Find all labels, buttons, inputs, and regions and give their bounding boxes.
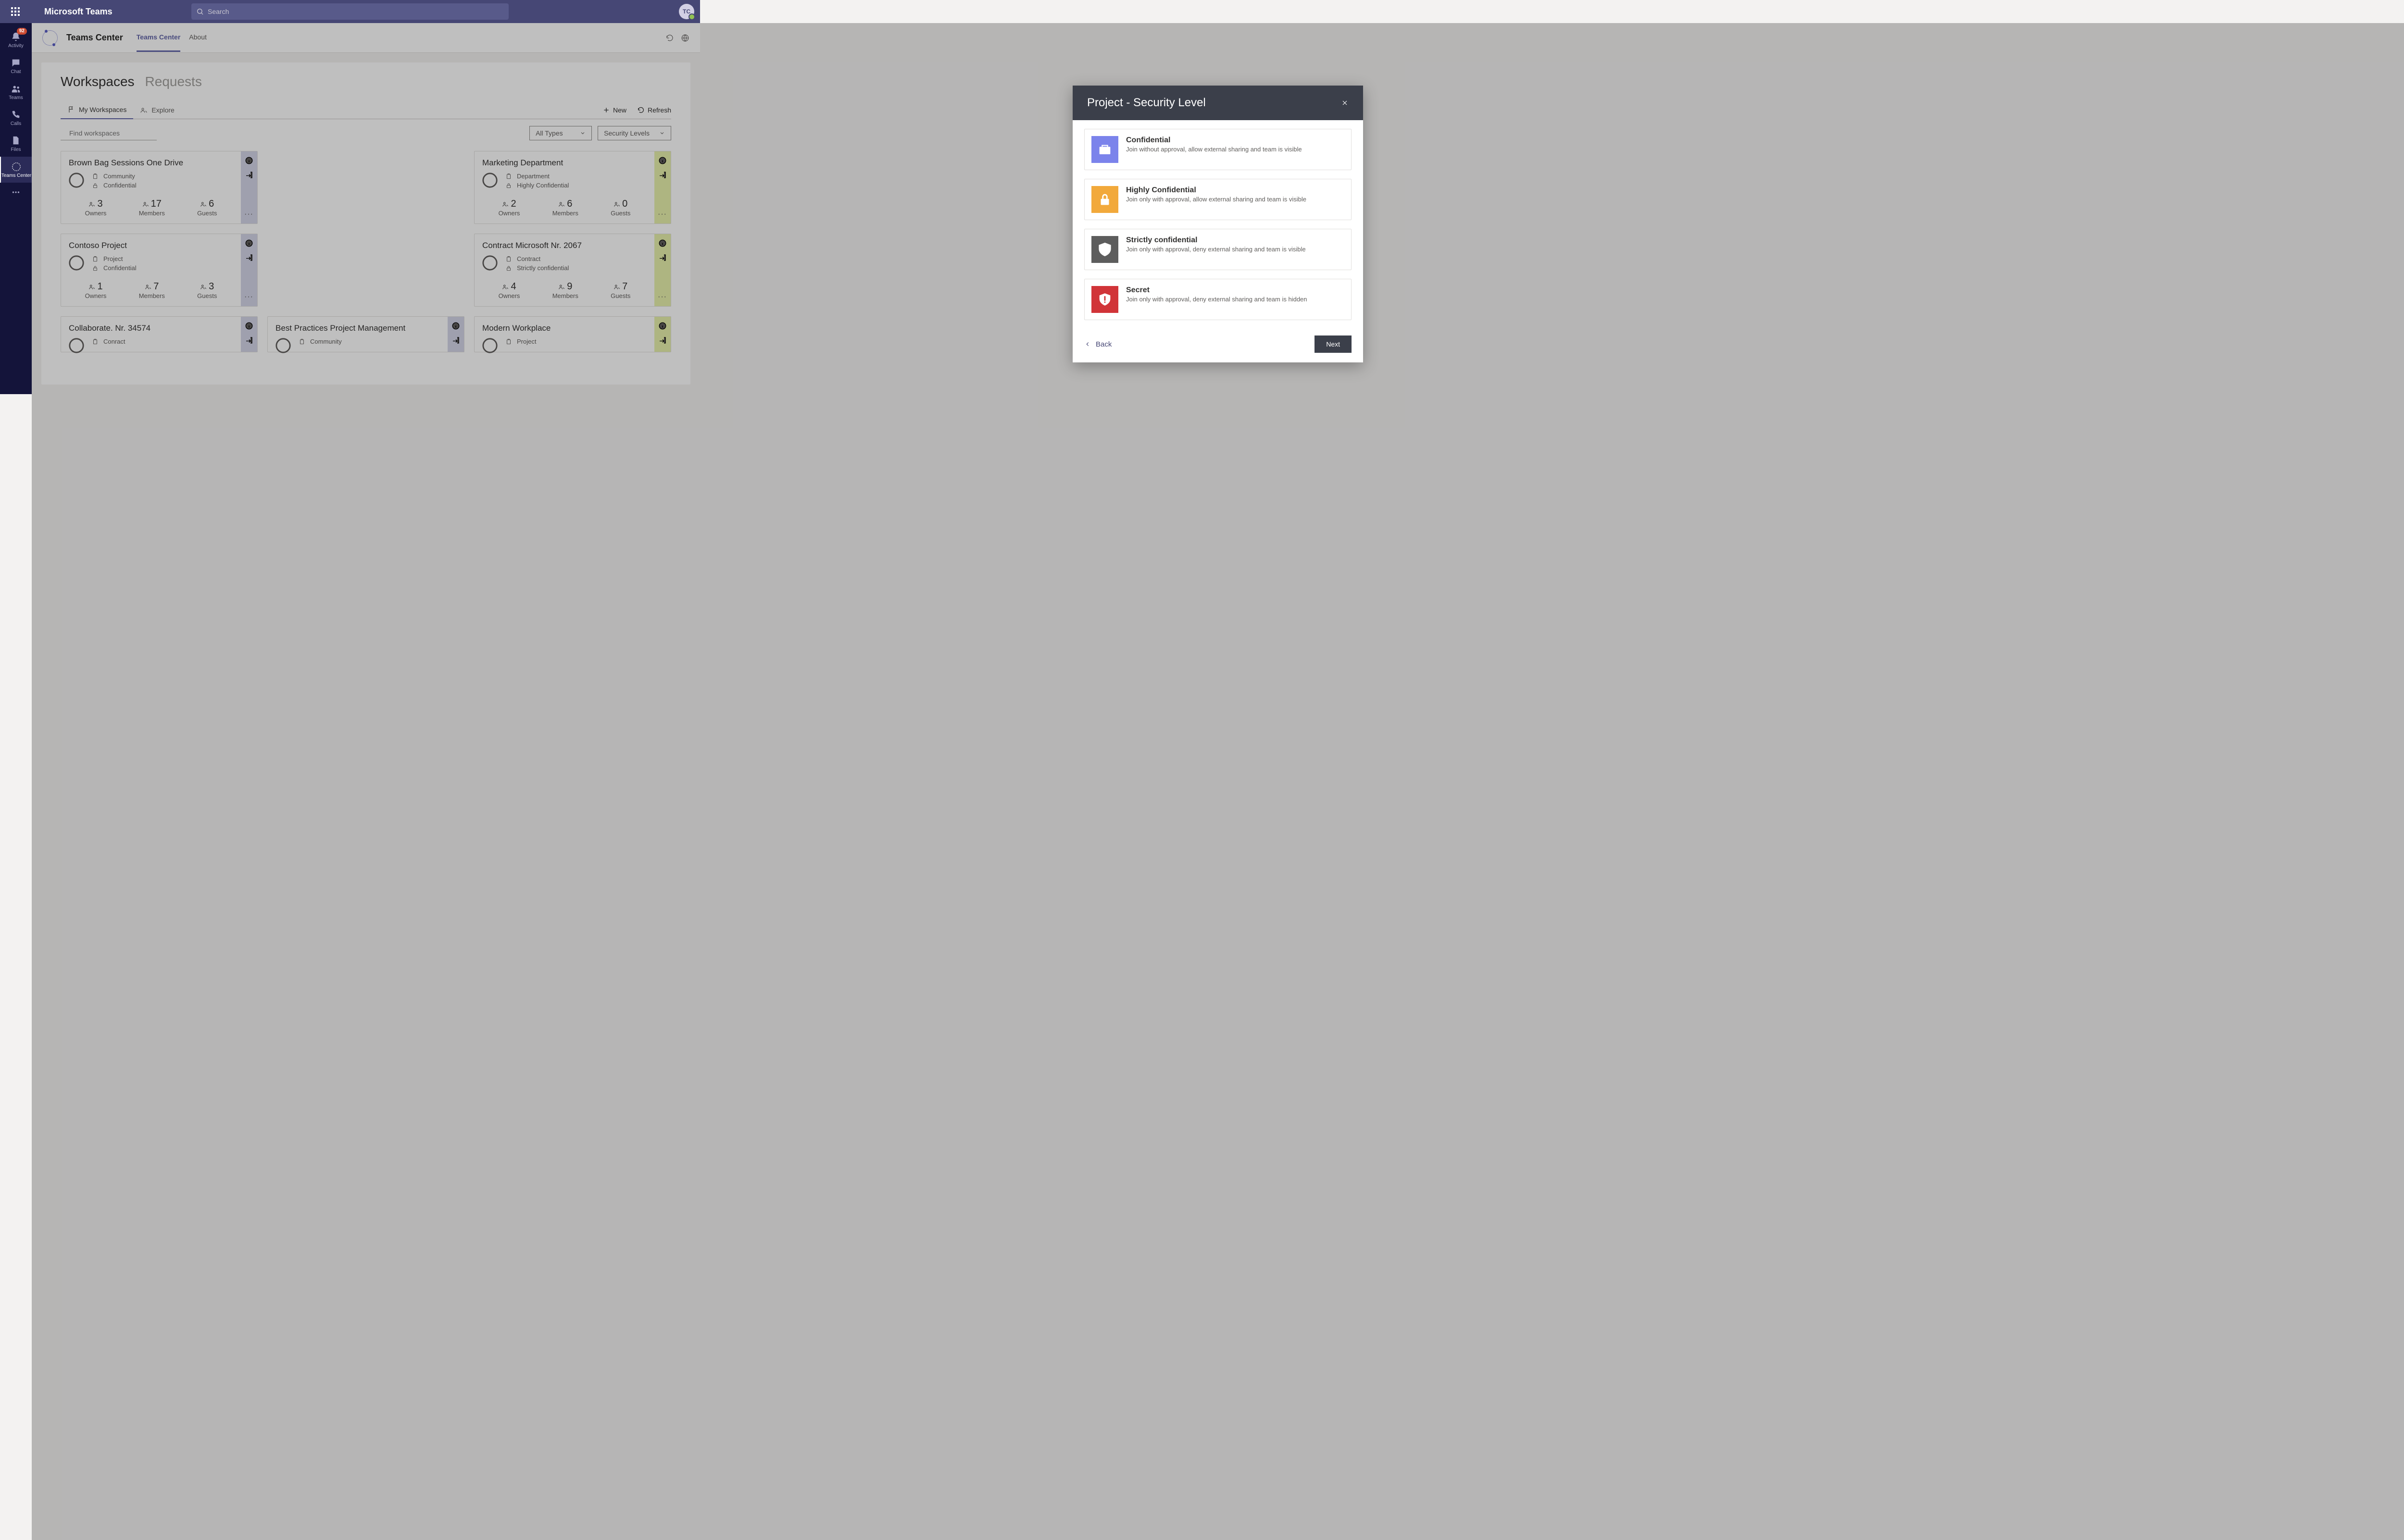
security-level-icon (1091, 186, 1118, 213)
global-search[interactable] (191, 3, 509, 20)
nav-activity[interactable]: 92 Activity (0, 27, 32, 53)
security-option[interactable]: Strictly confidential Join only with app… (1084, 229, 1352, 270)
nav-more[interactable] (0, 183, 32, 202)
security-option[interactable]: Confidential Join without approval, allo… (1084, 129, 1352, 170)
waffle-icon[interactable] (6, 7, 25, 16)
search-input[interactable] (208, 8, 504, 15)
security-level-modal: Project - Security Level Confidential Jo… (1073, 86, 1363, 362)
security-level-icon (1091, 136, 1118, 163)
option-name: Strictly confidential (1126, 236, 1197, 244)
nav-files[interactable]: Files (0, 131, 32, 157)
option-desc: Join without approval, allow external sh… (1126, 146, 1302, 153)
left-nav: 92 Activity Chat Teams Calls Files Teams… (0, 23, 32, 394)
option-desc: Join only with approval, deny external s… (1126, 296, 1307, 303)
option-name: Confidential (1126, 136, 1170, 144)
activity-badge: 92 (17, 28, 27, 35)
phone-icon (11, 110, 21, 120)
chat-icon (11, 58, 21, 68)
option-desc: Join only with approval, deny external s… (1126, 246, 1306, 253)
file-icon (11, 136, 21, 146)
modal-overlay: Project - Security Level Confidential Jo… (32, 23, 2404, 1540)
modal-title: Project - Security Level (1087, 96, 1206, 110)
option-desc: Join only with approval, allow external … (1126, 196, 1306, 203)
close-icon[interactable] (1341, 99, 1349, 107)
app-name: Microsoft Teams (44, 7, 113, 17)
more-icon (11, 187, 21, 198)
search-icon (196, 8, 204, 15)
option-name: Highly Confidential (1126, 186, 1196, 194)
app-icon (11, 161, 22, 172)
security-option[interactable]: Secret Join only with approval, deny ext… (1084, 279, 1352, 320)
avatar[interactable]: TC (679, 4, 694, 19)
nav-chat[interactable]: Chat (0, 53, 32, 79)
next-button[interactable]: Next (1315, 335, 1352, 353)
security-option[interactable]: Highly Confidential Join only with appro… (1084, 179, 1352, 220)
nav-teams[interactable]: Teams (0, 79, 32, 105)
back-button[interactable]: Back (1084, 340, 1112, 348)
teams-icon (11, 84, 21, 94)
security-level-icon (1091, 236, 1118, 263)
nav-teams-center[interactable]: Teams Center (0, 157, 32, 183)
titlebar: Microsoft Teams TC (0, 0, 700, 23)
chevron-left-icon (1084, 341, 1091, 348)
security-level-icon (1091, 286, 1118, 313)
nav-calls[interactable]: Calls (0, 105, 32, 131)
option-name: Secret (1126, 286, 1150, 294)
